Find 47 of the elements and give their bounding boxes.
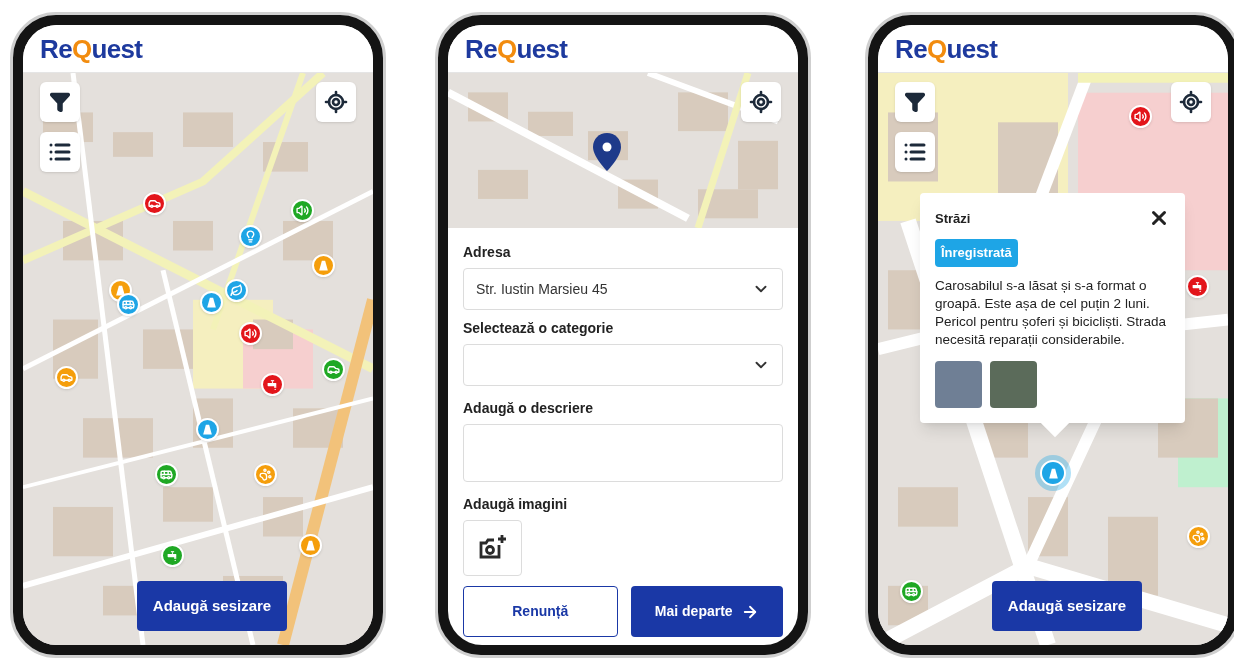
road-icon <box>303 538 317 552</box>
locate-button[interactable] <box>316 82 356 122</box>
tap-icon <box>265 377 279 391</box>
request-logo: ReQuest <box>40 35 143 62</box>
road-icon <box>200 422 214 436</box>
filter-button[interactable] <box>40 82 80 122</box>
tap-icon <box>165 548 179 562</box>
tap-icon <box>1190 279 1204 293</box>
filter-icon <box>904 91 926 113</box>
filter-button[interactable] <box>895 82 935 122</box>
speaker-icon <box>1133 109 1147 123</box>
next-button[interactable]: Mai departe <box>630 586 783 637</box>
list-button[interactable] <box>40 132 80 172</box>
speaker-icon <box>295 203 309 217</box>
paw-icon <box>258 467 272 481</box>
locate-button[interactable] <box>1171 82 1211 122</box>
status-badge: Înregistrată <box>935 239 1018 267</box>
cancel-button[interactable]: Renunță <box>463 586 618 637</box>
add-report-button[interactable]: Adaugă sesizare <box>992 581 1142 631</box>
field-label: Adaugă imagini <box>463 495 569 514</box>
road-icon <box>204 295 218 309</box>
field-label: Adaugă o descriere <box>463 399 594 418</box>
locate-icon <box>749 90 773 114</box>
leaf-icon <box>229 283 243 297</box>
filter-icon <box>49 91 71 113</box>
photo-placeholder[interactable] <box>935 360 982 408</box>
road-icon <box>1046 466 1060 480</box>
list-button[interactable] <box>895 132 935 172</box>
locate-icon <box>1179 90 1203 114</box>
add-photo-button[interactable] <box>463 520 522 576</box>
popup-title: Străzi <box>935 210 971 228</box>
issue-description: Carosabilul s-a lăsat și s-a format o groapă. Este așa de cel puțin 2 luni. Pericol pentru șoferi și bicicliști. Strada necesită reparații considerabile. <box>935 276 1168 349</box>
field-label: Adresa <box>463 243 512 262</box>
description-field[interactable] <box>463 424 783 482</box>
locate-button[interactable] <box>741 82 781 122</box>
locate-icon <box>324 90 348 114</box>
address-select[interactable]: Str. Iustin Marsieu 45 <box>463 268 783 310</box>
field-label: Selectează o categorie <box>463 319 615 338</box>
location-pin-icon <box>593 133 621 171</box>
photo-placeholder[interactable] <box>990 360 1037 408</box>
paw-icon <box>1191 529 1205 543</box>
request-logo: ReQuest <box>465 35 568 62</box>
speaker-icon <box>243 326 257 340</box>
add-report-button[interactable]: Adaugă sesizare <box>137 581 287 631</box>
road-icon <box>113 283 127 297</box>
road-icon <box>316 258 330 272</box>
request-logo: ReQuest <box>895 35 998 62</box>
